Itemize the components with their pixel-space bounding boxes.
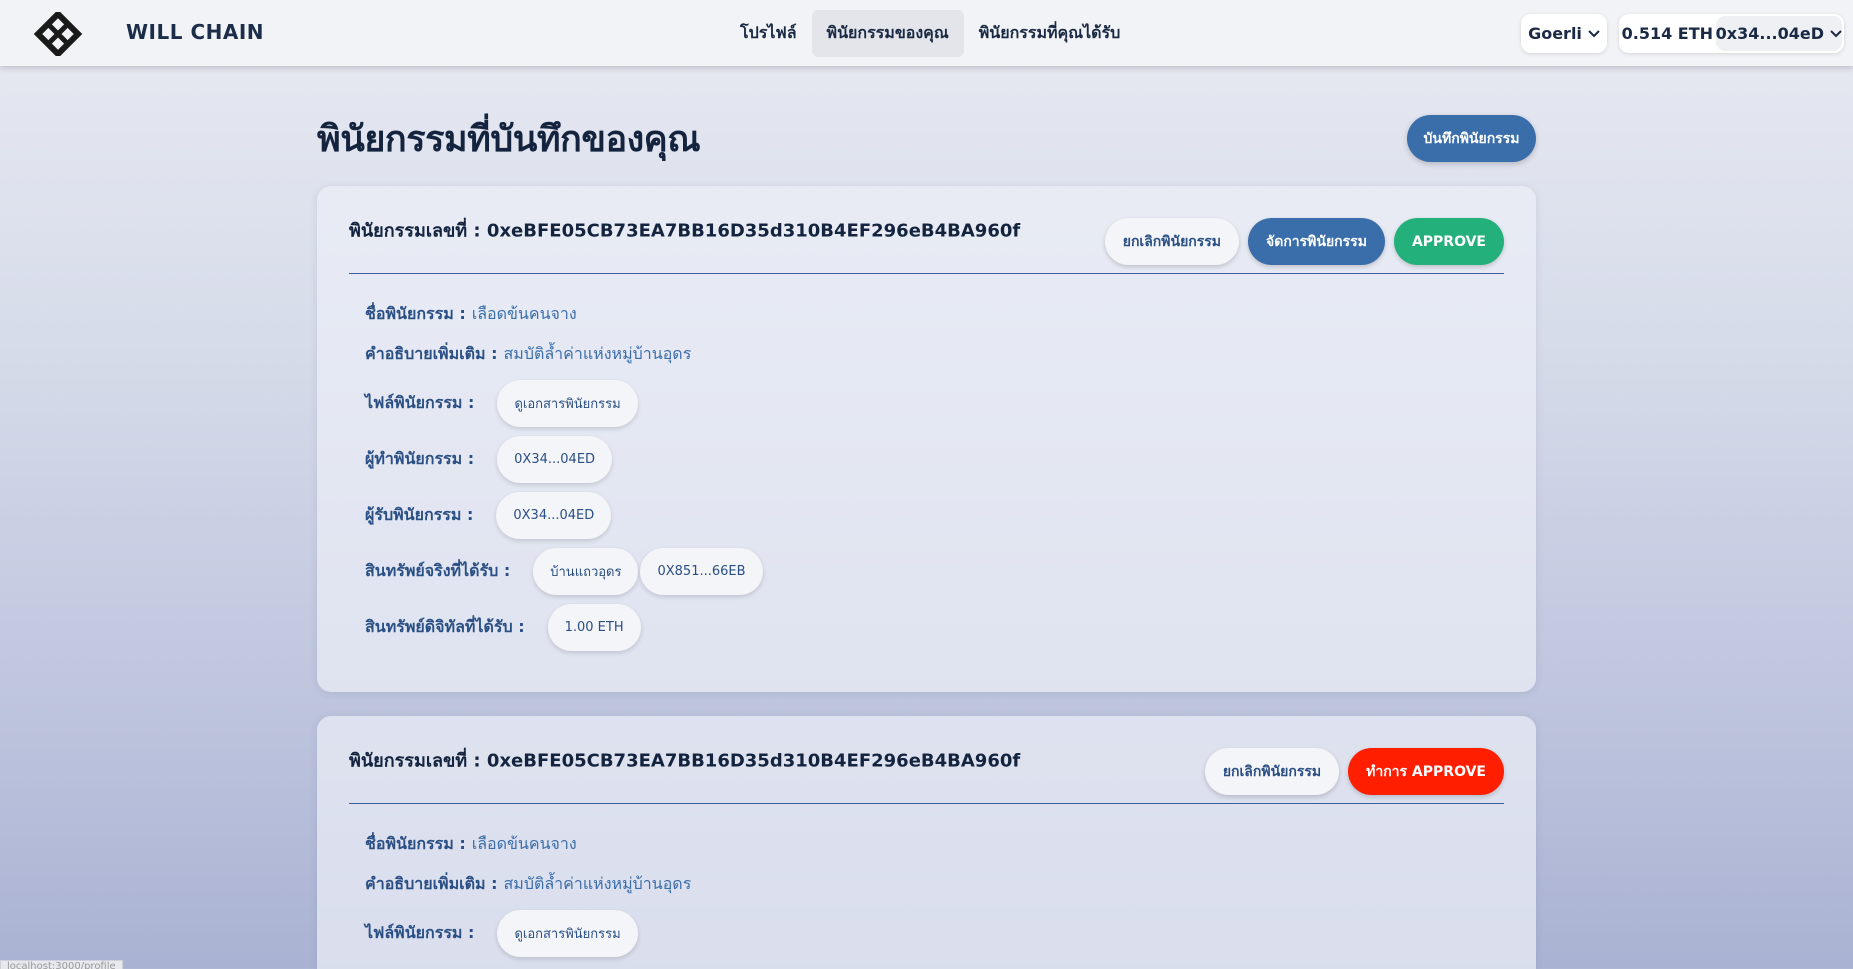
wallet-balance: 0.514 ETH	[1621, 24, 1714, 43]
view-will-document-button[interactable]: ดูเอกสารพินัยกรรม	[497, 910, 638, 957]
top-navbar: WILL CHAIN โปรไฟล์ พินัยกรรมของคุณ พินัย…	[0, 0, 1853, 66]
testator-address-pill[interactable]: 0X34...04ED	[497, 436, 613, 483]
will-actions: ยกเลิกพินัยกรรม ทำการ APPROVE	[1204, 748, 1504, 795]
page-title: พินัยกรรมที่บันทึกของคุณ	[317, 119, 701, 160]
will-name-row: ชื่อพินัยกรรม : เลือดข้นคนจาง	[365, 299, 577, 329]
account-address: 0x34...04eD	[1715, 24, 1824, 43]
network-label: Goerli	[1528, 24, 1582, 43]
do-approve-button[interactable]: ทำการ APPROVE	[1348, 748, 1504, 795]
nav-received-wills[interactable]: พินัยกรรมที่คุณได้รับ	[964, 10, 1136, 57]
will-number: พินัยกรรมเลขที่ : 0xeBFE05CB73EA7BB16D35…	[349, 216, 1020, 245]
real-assets-label: สินทรัพย์จริงที่ได้รับ :	[365, 561, 511, 580]
will-card-header: พินัยกรรมเลขที่ : 0xeBFE05CB73EA7BB16D35…	[349, 716, 1504, 804]
testator-label: ผู้ทำพินัยกรรม :	[365, 449, 475, 468]
will-description-row: คำอธิบายเพิ่มเติม : สมบัติล้ำค่าแห่งหมู่…	[365, 869, 691, 899]
will-card-header: พินัยกรรมเลขที่ : 0xeBFE05CB73EA7BB16D35…	[349, 186, 1504, 274]
beneficiary-label: ผู้รับพินัยกรรม :	[365, 505, 474, 524]
will-name-value: เลือดข้นคนจาง	[471, 833, 577, 853]
will-name-label: ชื่อพินัยกรรม :	[365, 303, 466, 323]
will-file-label: ไฟล์พินัยกรรม :	[365, 393, 475, 412]
will-file-label: ไฟล์พินัยกรรม :	[365, 923, 475, 942]
real-asset-pill[interactable]: บ้านแถวอุดร	[533, 548, 639, 595]
will-file-row: ไฟล์พินัยกรรม : ดูเอกสารพินัยกรรม	[365, 910, 638, 957]
will-number-label: พินัยกรรมเลขที่ :	[349, 750, 481, 772]
testator-row: ผู้ทำพินัยกรรม : 0X34...04ED	[365, 436, 613, 483]
chevron-down-icon	[1830, 29, 1842, 37]
will-number-label: พินัยกรรมเลขที่ :	[349, 220, 481, 242]
approve-button[interactable]: APPROVE	[1393, 218, 1504, 265]
main-nav: โปรไฟล์ พินัยกรรมของคุณ พินัยกรรมที่คุณไ…	[725, 10, 1135, 57]
will-card: พินัยกรรมเลขที่ : 0xeBFE05CB73EA7BB16D35…	[317, 186, 1536, 692]
beneficiary-row: ผู้รับพินัยกรรม : 0X34...04ED	[365, 492, 612, 539]
will-description-value: สมบัติล้ำค่าแห่งหมู่บ้านอุดร	[503, 873, 692, 893]
beneficiary-address-pill[interactable]: 0X34...04ED	[496, 492, 612, 539]
will-name-row: ชื่อพินัยกรรม : เลือดข้นคนจาง	[365, 829, 577, 859]
will-file-row: ไฟล์พินัยกรรม : ดูเอกสารพินัยกรรม	[365, 380, 638, 427]
will-description-label: คำอธิบายเพิ่มเติม :	[365, 873, 498, 893]
will-actions: ยกเลิกพินัยกรรม จัดการพินัยกรรม APPROVE	[1104, 218, 1504, 265]
view-will-document-button[interactable]: ดูเอกสารพินัยกรรม	[497, 380, 638, 427]
digital-assets-row: สินทรัพย์ดิจิทัลที่ได้รับ : 1.00 ETH	[365, 604, 641, 651]
will-description-row: คำอธิบายเพิ่มเติม : สมบัติล้ำค่าแห่งหมู่…	[365, 339, 691, 369]
digital-assets-label: สินทรัพย์ดิจิทัลที่ได้รับ :	[365, 617, 525, 636]
nav-your-wills[interactable]: พินัยกรรมของคุณ	[811, 10, 964, 57]
will-name-value: เลือดข้นคนจาง	[471, 303, 577, 323]
digital-asset-pill[interactable]: 1.00 ETH	[547, 604, 641, 651]
will-name-label: ชื่อพินัยกรรม :	[365, 833, 466, 853]
record-will-button[interactable]: บันทึกพินัยกรรม	[1407, 115, 1536, 162]
network-selector[interactable]: Goerli	[1521, 14, 1607, 53]
will-id: 0xeBFE05CB73EA7BB16D35d310B4EF296eB4BA96…	[486, 220, 1021, 242]
real-assets-row: สินทรัพย์จริงที่ได้รับ : บ้านแถวอุดร 0X8…	[365, 548, 763, 595]
will-description-value: สมบัติล้ำค่าแห่งหมู่บ้านอุดร	[503, 343, 692, 363]
wallet-panel: 0.514 ETH 0x34...04eD	[1619, 14, 1844, 53]
will-chain-logo-icon[interactable]	[28, 12, 88, 56]
browser-status-url: localhost:3000/profile	[0, 960, 123, 969]
chevron-down-icon	[1588, 29, 1600, 37]
cancel-will-button[interactable]: ยกเลิกพินัยกรรม	[1104, 218, 1240, 265]
brand-name[interactable]: WILL CHAIN	[126, 20, 264, 44]
account-button[interactable]: 0x34...04eD	[1715, 16, 1842, 51]
nav-profile[interactable]: โปรไฟล์	[725, 10, 812, 57]
will-description-label: คำอธิบายเพิ่มเติม :	[365, 343, 498, 363]
will-card: พินัยกรรมเลขที่ : 0xeBFE05CB73EA7BB16D35…	[317, 716, 1536, 969]
real-asset-address-pill[interactable]: 0X851...66EB	[640, 548, 763, 595]
will-number: พินัยกรรมเลขที่ : 0xeBFE05CB73EA7BB16D35…	[349, 746, 1020, 775]
will-id: 0xeBFE05CB73EA7BB16D35d310B4EF296eB4BA96…	[486, 750, 1021, 772]
manage-will-button[interactable]: จัดการพินัยกรรม	[1248, 218, 1385, 265]
cancel-will-button[interactable]: ยกเลิกพินัยกรรม	[1204, 748, 1340, 795]
